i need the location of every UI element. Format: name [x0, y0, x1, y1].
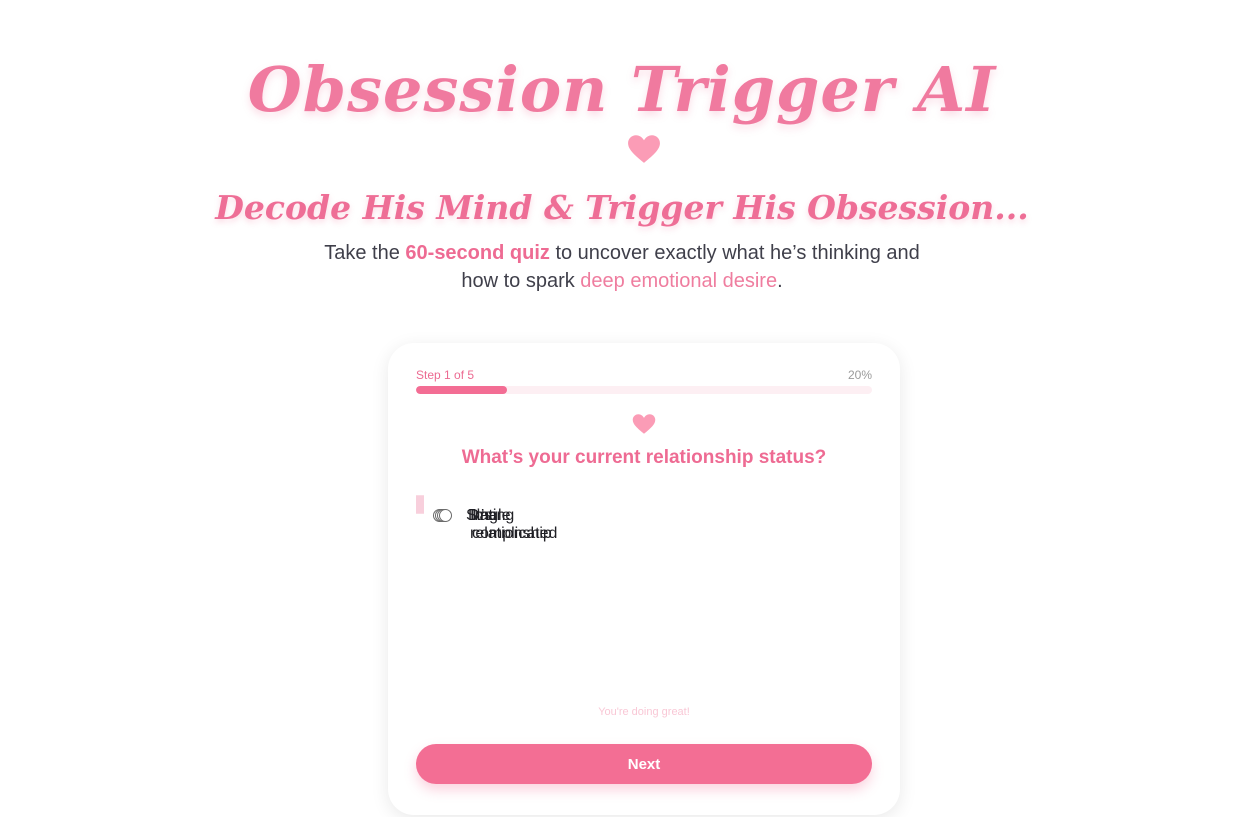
brand-title: Obsession Trigger AI — [247, 53, 997, 126]
subtitle-highlight: 60-second quiz — [405, 242, 550, 264]
tagline: Decode His Mind & Trigger His Obsession.… — [215, 188, 1029, 227]
step-label: Step 1 of 5 — [416, 368, 475, 382]
answer-options: Single Dating In a relationship It’s com… — [416, 495, 872, 542]
heart-icon — [632, 414, 656, 434]
progress-bar — [416, 386, 872, 394]
option-label: It’s complicated — [472, 507, 558, 542]
next-button[interactable]: Next — [416, 744, 872, 784]
question-text: What’s your current relationship status? — [461, 447, 827, 468]
subtitle: Take the 60-second quiz to uncover exact… — [322, 239, 922, 295]
subtitle-text-1: Take the — [324, 242, 406, 264]
progress-header: Step 1 of 5 20% — [416, 368, 872, 382]
option-its-complicated[interactable]: It’s complicated — [422, 495, 557, 542]
subtitle-accent: deep emotional desire — [580, 270, 778, 292]
quiz-card: Step 1 of 5 20% What’s your current rela… — [388, 343, 900, 815]
radio-button[interactable] — [439, 509, 452, 522]
quiz-landing-page: Obsession Trigger AI Decode His Mind & T… — [0, 0, 1244, 817]
encouragement-text: You're doing great! — [598, 706, 690, 718]
progress-fill — [416, 386, 508, 394]
progress-percent: 20% — [847, 368, 872, 382]
subtitle-text-3: . — [777, 270, 783, 292]
heart-icon — [628, 135, 660, 163]
